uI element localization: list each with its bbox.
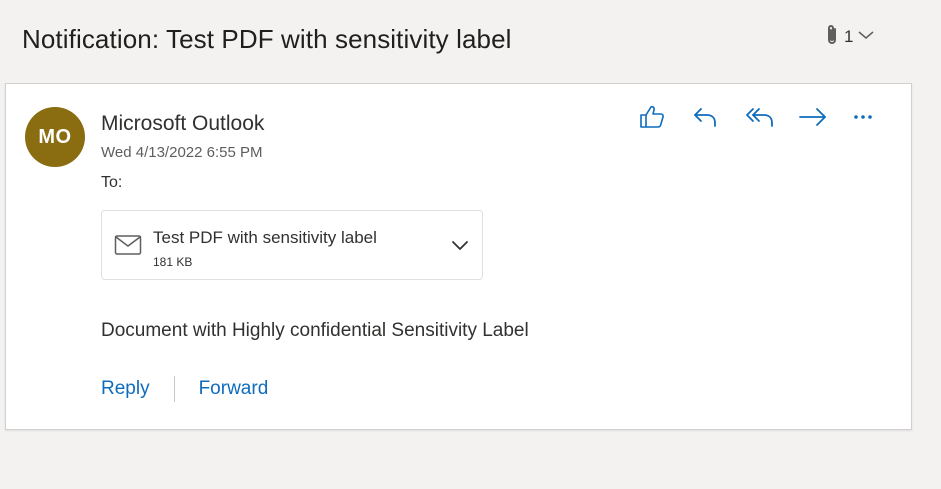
attachment-name: Test PDF with sensitivity label [153,228,377,247]
message-actions [634,104,899,134]
forward-link[interactable]: Forward [199,378,269,400]
to-label: To: [101,174,123,191]
more-icon [850,104,878,135]
chevron-down-icon [857,28,875,46]
avatar: MO [25,107,85,167]
attachments-dropdown[interactable]: 1 [824,24,875,50]
reply-all-button[interactable] [740,104,793,134]
attachment-card[interactable]: Test PDF with sensitivity label 181 KB [101,210,483,280]
recipients-line: To: [101,174,122,192]
reply-button[interactable] [687,104,740,134]
forward-icon [797,104,829,135]
reply-icon [691,104,719,135]
chevron-down-icon[interactable] [450,238,470,257]
paperclip-icon [824,23,840,52]
subject-row: Notification: Test PDF with sensitivity … [0,0,941,80]
message-card: MO Microsoft Outlook Wed 4/13/2022 6:55 … [5,83,912,430]
quick-actions: Reply Forward [101,372,268,406]
message-date: Wed 4/13/2022 6:55 PM [101,144,263,161]
message-body: Document with Highly confidential Sensit… [101,320,529,341]
more-actions-button[interactable] [846,104,899,134]
reading-pane: Notification: Test PDF with sensitivity … [0,0,941,489]
divider [173,376,175,402]
sender-name[interactable]: Microsoft Outlook [101,112,264,136]
message-subject: Notification: Test PDF with sensitivity … [22,24,512,54]
forward-button[interactable] [793,104,846,134]
attachment-count: 1 [844,27,854,46]
reply-all-icon [744,104,776,135]
reply-link[interactable]: Reply [101,378,150,400]
like-button[interactable] [634,104,687,134]
mail-icon [114,234,142,261]
attachment-size: 181 KB [153,255,193,269]
like-icon [638,104,666,135]
